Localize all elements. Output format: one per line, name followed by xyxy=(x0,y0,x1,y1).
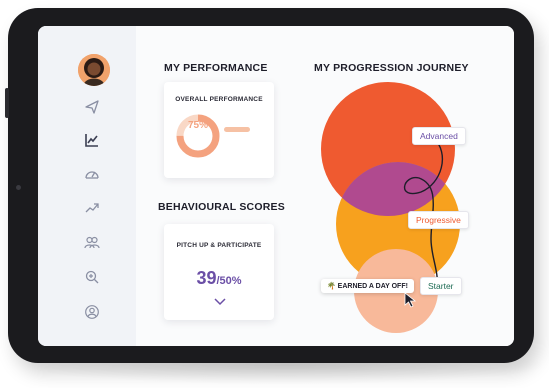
zoom-icon[interactable] xyxy=(82,267,102,287)
performance-title: MY PERFORMANCE xyxy=(164,62,268,74)
overall-performance-card[interactable]: OVERALL PERFORMANCE 75% xyxy=(164,82,274,178)
level-tag-starter[interactable]: Starter xyxy=(420,277,462,295)
chevron-down-icon[interactable] xyxy=(214,298,226,306)
progression-path xyxy=(403,136,444,295)
cursor-icon xyxy=(404,292,417,308)
behavioural-score-card[interactable]: PITCH UP & PARTICIPATE 39/50% xyxy=(164,224,274,320)
send-icon[interactable] xyxy=(82,97,102,117)
chart-icon[interactable] xyxy=(82,130,102,150)
badge-label: EARNED A DAY OFF! xyxy=(337,283,408,290)
progression-journey: Advanced Progressive Starter 🌴 EARNED A … xyxy=(301,74,491,334)
behavioural-score-label: PITCH UP & PARTICIPATE xyxy=(176,242,262,249)
tablet-camera xyxy=(16,185,21,190)
tablet-side-button xyxy=(5,88,9,118)
level-tag-progressive[interactable]: Progressive xyxy=(408,211,469,229)
behavioural-score: 39/50% xyxy=(164,268,274,289)
sidebar xyxy=(38,26,136,346)
tablet-frame: MY PERFORMANCE OVERALL PERFORMANCE 75% B… xyxy=(5,8,534,363)
level-tag-advanced[interactable]: Advanced xyxy=(412,127,466,145)
trend-icon[interactable] xyxy=(82,198,102,218)
performance-percent: 75% xyxy=(187,120,208,131)
journey-title: MY PROGRESSION JOURNEY xyxy=(314,62,469,74)
gauge-icon[interactable] xyxy=(82,164,102,184)
overall-performance-label: OVERALL PERFORMANCE xyxy=(175,96,263,103)
score-value: 39 xyxy=(196,268,217,288)
earned-day-off-badge[interactable]: 🌴 EARNED A DAY OFF! xyxy=(321,279,414,293)
team-icon[interactable] xyxy=(82,232,102,252)
behavioural-title: BEHAVIOURAL SCORES xyxy=(158,201,285,213)
app-screen: MY PERFORMANCE OVERALL PERFORMANCE 75% B… xyxy=(38,26,514,346)
dashboard-main: MY PERFORMANCE OVERALL PERFORMANCE 75% B… xyxy=(136,26,514,346)
palm-tree-icon: 🌴 xyxy=(327,283,336,290)
avatar[interactable] xyxy=(78,54,110,86)
performance-bar xyxy=(224,127,250,132)
score-max: /50% xyxy=(216,275,242,287)
profile-icon[interactable] xyxy=(82,302,102,322)
